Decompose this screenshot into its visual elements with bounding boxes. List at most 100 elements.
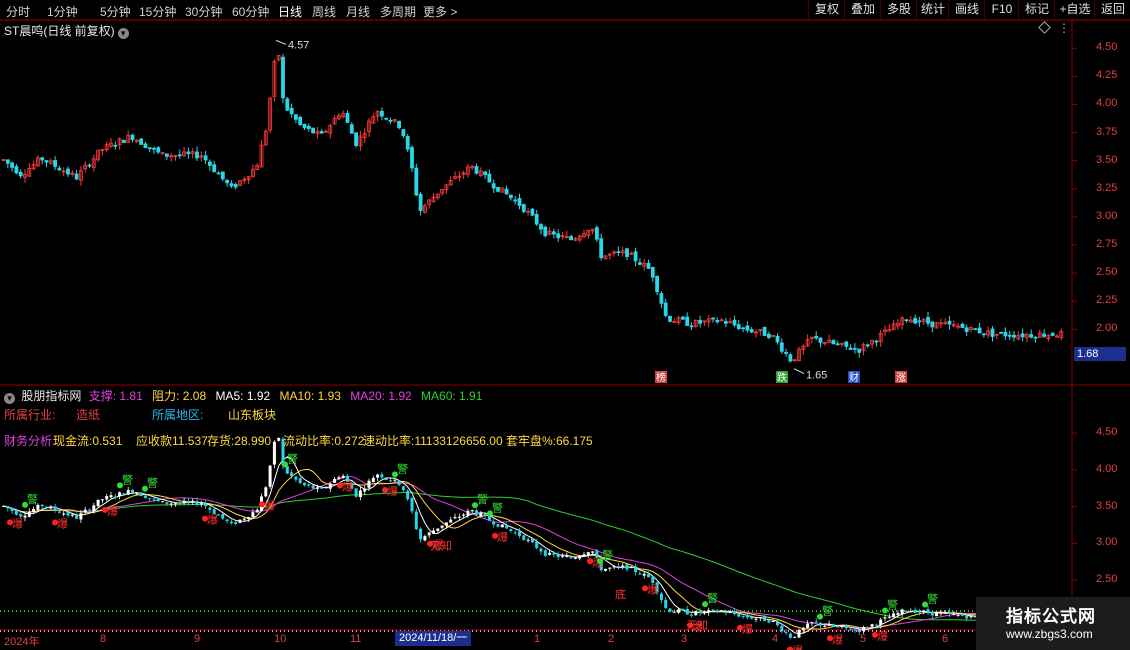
main-y-tick-label: 2.75 xyxy=(1096,237,1118,250)
ind-y-tick-label: 4.50 xyxy=(1096,426,1118,439)
ind-candle-body xyxy=(457,516,461,518)
candle-body xyxy=(1033,336,1038,339)
candle-body xyxy=(40,157,45,161)
last-price-tag: 1.68 xyxy=(1074,347,1126,361)
ind-candle-body xyxy=(677,609,681,613)
ind-candle-body xyxy=(896,613,900,615)
ind-candle-body xyxy=(27,511,31,517)
watermark-url: www.zbgs3.com xyxy=(1006,627,1093,641)
buy-signal: 警 xyxy=(287,451,298,465)
ma60-line xyxy=(3,492,1062,622)
candle-body xyxy=(599,238,604,259)
candle-body xyxy=(57,167,62,171)
ind-candle-body xyxy=(810,622,814,624)
low-pointer xyxy=(793,368,805,375)
ind-candle-body xyxy=(814,621,818,623)
ind-candle-body xyxy=(333,478,337,483)
ind-candle-body xyxy=(432,530,435,534)
ind-candle-body xyxy=(79,513,83,520)
candle-body xyxy=(779,342,784,352)
candle-body xyxy=(775,335,780,343)
high-label: 4.57 xyxy=(288,39,309,51)
ind-candle-body xyxy=(754,618,758,620)
ind-candle-body xyxy=(909,610,913,613)
chevron-down-icon[interactable]: ▾ xyxy=(4,393,15,404)
ind-candle-body xyxy=(156,498,160,502)
ind-candle-body xyxy=(221,513,225,519)
candle-body xyxy=(74,173,79,180)
ind-candle-body xyxy=(586,552,590,556)
buy-signal: 警 xyxy=(822,604,833,618)
candle-body xyxy=(655,276,659,293)
ind-candle-body xyxy=(105,496,109,500)
ind-candle-body xyxy=(728,612,732,614)
ind-candle-body xyxy=(535,541,539,549)
main-y-tick-label: 4.25 xyxy=(1096,69,1118,82)
ind-candle-body xyxy=(922,610,926,612)
buy-signal: 警 xyxy=(27,492,38,506)
candle-body xyxy=(401,129,406,136)
ind-candle-body xyxy=(883,617,887,619)
candle-body xyxy=(659,293,664,304)
candle-body xyxy=(156,147,161,153)
main-y-tick-label: 2.50 xyxy=(1096,266,1118,279)
candle-body xyxy=(736,324,741,330)
sell-signal: 爆 xyxy=(387,484,398,498)
candle-body xyxy=(999,331,1003,334)
main-y-tick-label: 2.00 xyxy=(1096,322,1118,335)
ind-candle-body xyxy=(939,612,943,614)
candle-body xyxy=(311,127,316,134)
candle-body xyxy=(113,144,118,147)
ind-candle-body xyxy=(126,489,130,495)
candle-body xyxy=(685,316,690,326)
candle-body xyxy=(203,155,208,161)
ind-candle-body xyxy=(195,500,199,505)
ind-candle-body xyxy=(380,474,384,478)
candle-body xyxy=(233,184,238,188)
candle-body xyxy=(689,325,694,328)
ind-candle-body xyxy=(367,480,371,488)
candle-body xyxy=(504,188,509,195)
ind-candle-body xyxy=(750,617,754,619)
sell-signal: 爆 xyxy=(497,530,508,544)
ind-candle-body xyxy=(509,529,513,531)
ind-candle-body xyxy=(733,611,736,615)
ind-candle-body xyxy=(70,514,74,516)
date-cursor-label: 2024/11/18/一 xyxy=(395,631,472,646)
ind-candle-body xyxy=(57,511,61,513)
candle-body xyxy=(130,134,135,140)
ind-candle-body xyxy=(363,488,367,492)
candle-body xyxy=(143,143,148,148)
candle-body xyxy=(5,159,10,164)
event-tag-label: 跌 xyxy=(777,371,787,384)
buy-signal: 警 xyxy=(122,472,133,486)
candle-body xyxy=(195,151,199,159)
low-label: 1.65 xyxy=(806,370,827,382)
ind-candle-body xyxy=(466,510,470,516)
candle-body xyxy=(285,98,290,111)
x-label-nov: 11 xyxy=(350,633,362,645)
candle-body xyxy=(745,325,750,331)
candle-body xyxy=(663,302,668,316)
x-label-aug: 8 xyxy=(100,633,107,645)
kline-chart[interactable]: 4.571.65榜跌财涨 爆爆爆爆爆爆爆爆爆爆爆爆爆爆爆爆警警警警警警警警警警警… xyxy=(0,0,1130,650)
ind-candle-body xyxy=(113,496,117,498)
ind-candle-body xyxy=(384,478,388,480)
ind-candle-body xyxy=(182,500,186,504)
ind-candle-body xyxy=(178,502,182,504)
candle-body xyxy=(139,138,144,145)
ind-candle-body xyxy=(659,593,663,600)
ind-candle-body xyxy=(229,521,233,524)
ind-candle-body xyxy=(397,480,401,486)
candle-body xyxy=(1029,334,1034,338)
sell-signal: 爆 xyxy=(57,517,68,531)
indicator-name: 股朋指标网 xyxy=(21,389,82,403)
candle-body xyxy=(44,160,49,163)
unknown-signal: 无知 xyxy=(430,538,452,552)
ma5-label: MA5: xyxy=(215,389,244,403)
support-value: 1.81 xyxy=(119,389,143,403)
candle-body xyxy=(784,352,788,354)
candle-body xyxy=(534,214,539,225)
candle-body xyxy=(964,327,969,332)
candle-body xyxy=(1007,334,1012,337)
